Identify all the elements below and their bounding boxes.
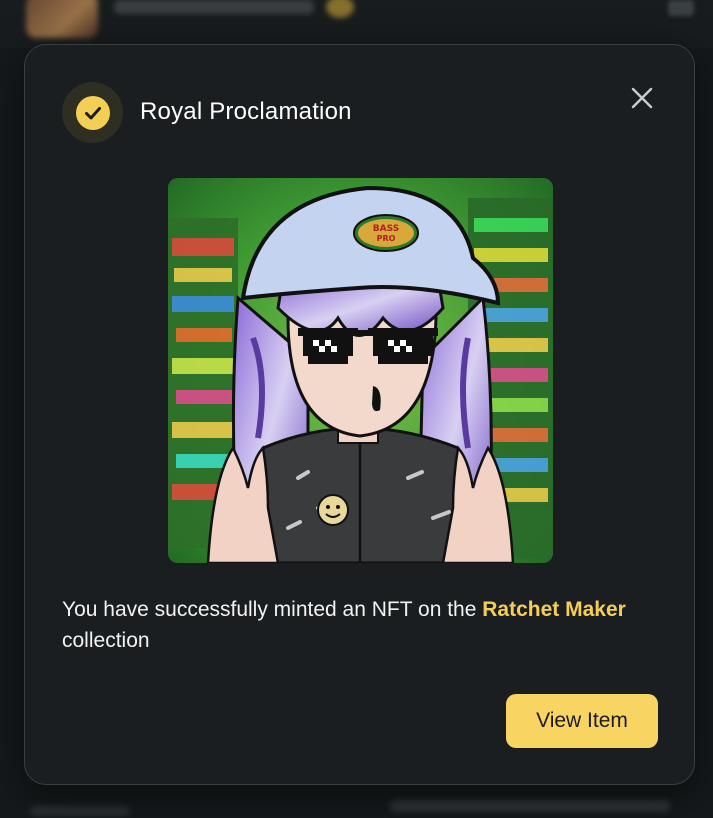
close-icon	[631, 87, 653, 109]
collection-name-link[interactable]: Ratchet Maker	[482, 598, 626, 621]
mint-success-message: You have successfully minted an NFT on t…	[62, 594, 652, 656]
background-username	[114, 0, 314, 14]
nft-image: BASS PRO	[168, 178, 553, 563]
background-avatar	[26, 0, 98, 38]
background-menu-icon	[668, 0, 694, 16]
svg-text:PRO: PRO	[377, 234, 396, 243]
status-icon-wrapper	[62, 82, 123, 143]
background-footer-text	[390, 800, 670, 812]
dialog-title: Royal Proclamation	[140, 98, 352, 125]
svg-text:BASS: BASS	[373, 224, 399, 234]
mint-success-dialog: Royal Proclamation BASS PRO You have suc…	[24, 44, 695, 785]
view-item-button[interactable]: View Item	[506, 694, 658, 748]
background-header	[0, 0, 713, 48]
message-suffix: collection	[62, 629, 150, 652]
check-circle-icon	[75, 95, 110, 130]
background-footer-text	[30, 806, 130, 816]
message-prefix: You have successfully minted an NFT on t…	[62, 598, 483, 621]
nft-artwork: BASS PRO	[168, 178, 553, 563]
close-button[interactable]	[627, 83, 657, 113]
